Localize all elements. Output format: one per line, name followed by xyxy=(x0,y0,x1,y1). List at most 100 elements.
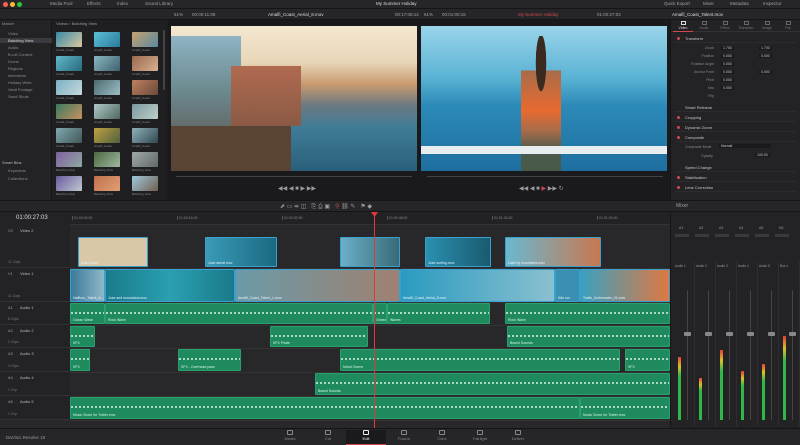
audio-clip[interactable]: Music Score for Trailer.mov xyxy=(70,397,580,419)
window-controls[interactable] xyxy=(3,2,24,9)
mixer-input-selector[interactable] xyxy=(715,234,729,237)
track-header-a5[interactable]: A5 Audio 5 1 Clip xyxy=(0,396,70,420)
track-header-a2[interactable]: A2 Audio 2 2 Clips xyxy=(0,325,70,348)
track-name[interactable]: Audio 3 xyxy=(20,351,34,356)
track-name[interactable]: Audio 2 xyxy=(20,328,34,333)
media-clip-thumbnail[interactable] xyxy=(132,128,158,143)
param-y-value[interactable]: 0.000 xyxy=(759,70,772,74)
mixer-input-selector[interactable] xyxy=(755,234,769,237)
speed-change-section[interactable]: Speed Change xyxy=(675,163,796,172)
video-clip[interactable]: Kite sur xyxy=(555,269,580,302)
media-clip-thumbnail[interactable] xyxy=(94,152,120,167)
fader-handle[interactable] xyxy=(789,332,796,336)
fader-handle[interactable] xyxy=(768,332,775,336)
video-clip[interactable]: Amalfi_Coast_Talent_1.mov xyxy=(235,269,400,302)
audio-clip[interactable]: SFX xyxy=(70,349,90,371)
media-clip-thumbnail[interactable] xyxy=(94,80,120,95)
bin-item[interactable]: Video xyxy=(8,31,18,36)
video-clip[interactable]: Jose aerial.mov xyxy=(205,237,277,267)
media-clip-thumbnail[interactable] xyxy=(94,56,120,71)
bin-item[interactable]: Interviews xyxy=(8,73,26,78)
audio-clip[interactable]: Rock Wave xyxy=(505,303,670,324)
audio-clip[interactable]: SFX - Overhead pass xyxy=(178,349,241,371)
cropping-section[interactable]: Cropping xyxy=(675,113,796,122)
composite-mode-dropdown[interactable]: Normal xyxy=(719,144,771,148)
effects-button[interactable]: Effects xyxy=(87,1,101,6)
track-header-a4[interactable]: A4 Audio 4 1 Clip xyxy=(0,372,70,396)
audio-clip[interactable]: SFX xyxy=(70,326,95,347)
param-x-value[interactable]: 1.700 xyxy=(721,46,734,50)
page-tab-fairlight[interactable]: Fairlight xyxy=(460,430,500,441)
media-clip-thumbnail[interactable] xyxy=(132,32,158,47)
track-header-v1[interactable]: V1 Video 1 11 Clips xyxy=(0,268,70,302)
video-clip[interactable]: Jose surfing.mov xyxy=(425,237,491,267)
opacity-value[interactable]: 100.00 xyxy=(755,153,770,157)
lens-correction-section[interactable]: Lens Correction xyxy=(675,183,796,192)
param-y-value[interactable]: 1.700 xyxy=(759,46,772,50)
transform-section[interactable]: Transform xyxy=(675,34,796,43)
param-x-value[interactable]: 0.000 xyxy=(721,78,734,82)
page-tab-color[interactable]: Color xyxy=(422,430,462,441)
media-scrollbar[interactable] xyxy=(163,30,165,90)
page-tab-deliver[interactable]: Deliver xyxy=(498,430,538,441)
inspector-tab-file[interactable]: File xyxy=(778,21,798,30)
bin-item[interactable]: Holiday Wide xyxy=(8,80,32,85)
audio-clip[interactable]: SFX xyxy=(625,349,670,371)
mixer-input-selector[interactable] xyxy=(775,234,789,237)
param-x-value[interactable]: 0.000 xyxy=(721,70,734,74)
media-clip-thumbnail[interactable] xyxy=(132,104,158,119)
media-clip-thumbnail[interactable] xyxy=(56,176,82,191)
track-name[interactable]: Audio 4 xyxy=(20,375,34,380)
video-clip[interactable] xyxy=(340,237,400,267)
track-name[interactable]: Audio 1 xyxy=(20,305,34,310)
inspector-button[interactable]: Inspector xyxy=(763,1,782,6)
track-header-a3[interactable]: A3 Audio 3 3 Clips xyxy=(0,348,70,372)
video-clip[interactable]: Jose and mountains.mov xyxy=(105,269,235,302)
video-clip[interactable]: Solid Color xyxy=(78,237,148,267)
media-clip-thumbnail[interactable] xyxy=(132,80,158,95)
timeline-transport-controls[interactable]: ◀◀ ◀ ■ ▶ ▶▶ ↻ xyxy=(519,185,564,192)
source-clip-name[interactable]: Amalfi_Coast_Aerial_8.mov xyxy=(268,12,324,17)
bin-item[interactable]: Vault Footage xyxy=(8,87,33,92)
inspector-tab-image[interactable]: Image xyxy=(757,21,777,30)
media-clip-thumbnail[interactable] xyxy=(56,128,82,143)
track-header-a1[interactable]: A1 Audio 1 8 Clips xyxy=(0,302,70,325)
quick-export-button[interactable]: Quick Export xyxy=(664,1,690,6)
smart-bin-keywords[interactable]: Keywords xyxy=(8,168,26,173)
bin-item[interactable]: Regions xyxy=(8,66,23,71)
media-clip-thumbnail[interactable] xyxy=(94,128,120,143)
param-x-value[interactable]: 0.000 xyxy=(721,62,734,66)
minimize-icon[interactable] xyxy=(10,2,15,7)
video-clip[interactable]: Lake by mountains.mov xyxy=(505,237,601,267)
audio-clip[interactable]: Ocean Wave xyxy=(70,303,105,324)
mixer-input-selector[interactable] xyxy=(675,234,689,237)
audio-clip[interactable]: Rock Wave xyxy=(105,303,373,324)
edit-tools[interactable]: ⬈ ▭ ⇹ ◫ ⎘ ⎙ ▣ ⚲ ⛓ ✎ ⚑ ◆ xyxy=(280,203,372,211)
media-clip-thumbnail[interactable] xyxy=(56,80,82,95)
timeline-zoom[interactable]: 61% xyxy=(424,12,433,17)
bin-item[interactable]: Master xyxy=(2,21,14,26)
bin-item[interactable]: Drone xyxy=(8,59,19,64)
maximize-icon[interactable] xyxy=(17,2,22,7)
media-clip-thumbnail[interactable] xyxy=(56,104,82,119)
track-name[interactable]: Video 1 xyxy=(20,271,34,276)
media-clip-thumbnail[interactable] xyxy=(132,152,158,167)
inspector-tab-video[interactable]: Video xyxy=(673,21,693,32)
mixer-button[interactable]: Mixer xyxy=(703,1,714,6)
sound-library-button[interactable]: Sound Library xyxy=(145,1,173,6)
media-clip-thumbnail[interactable] xyxy=(56,56,82,71)
video-clip[interactable]: Turtle_Underwater_01.mov xyxy=(580,269,670,302)
param-x-value[interactable]: 0.000 xyxy=(721,86,734,90)
timeline-name-dropdown[interactable]: My Summer Holiday xyxy=(518,12,559,17)
bin-item[interactable]: Audio xyxy=(8,45,18,50)
param-y-value[interactable]: 0.000 xyxy=(759,54,772,58)
fader-handle[interactable] xyxy=(684,332,691,336)
media-clip-thumbnail[interactable] xyxy=(132,56,158,71)
timeline-scrubber[interactable] xyxy=(427,176,663,177)
audio-clip[interactable]: Beach Sounds xyxy=(507,326,670,347)
fader-handle[interactable] xyxy=(747,332,754,336)
media-clip-thumbnail[interactable] xyxy=(94,176,120,191)
mixer-input-selector[interactable] xyxy=(735,234,749,237)
video-clip[interactable]: Haffboo_Talent_A... xyxy=(70,269,105,302)
inspector-tab-transition[interactable]: Transition xyxy=(736,21,756,30)
